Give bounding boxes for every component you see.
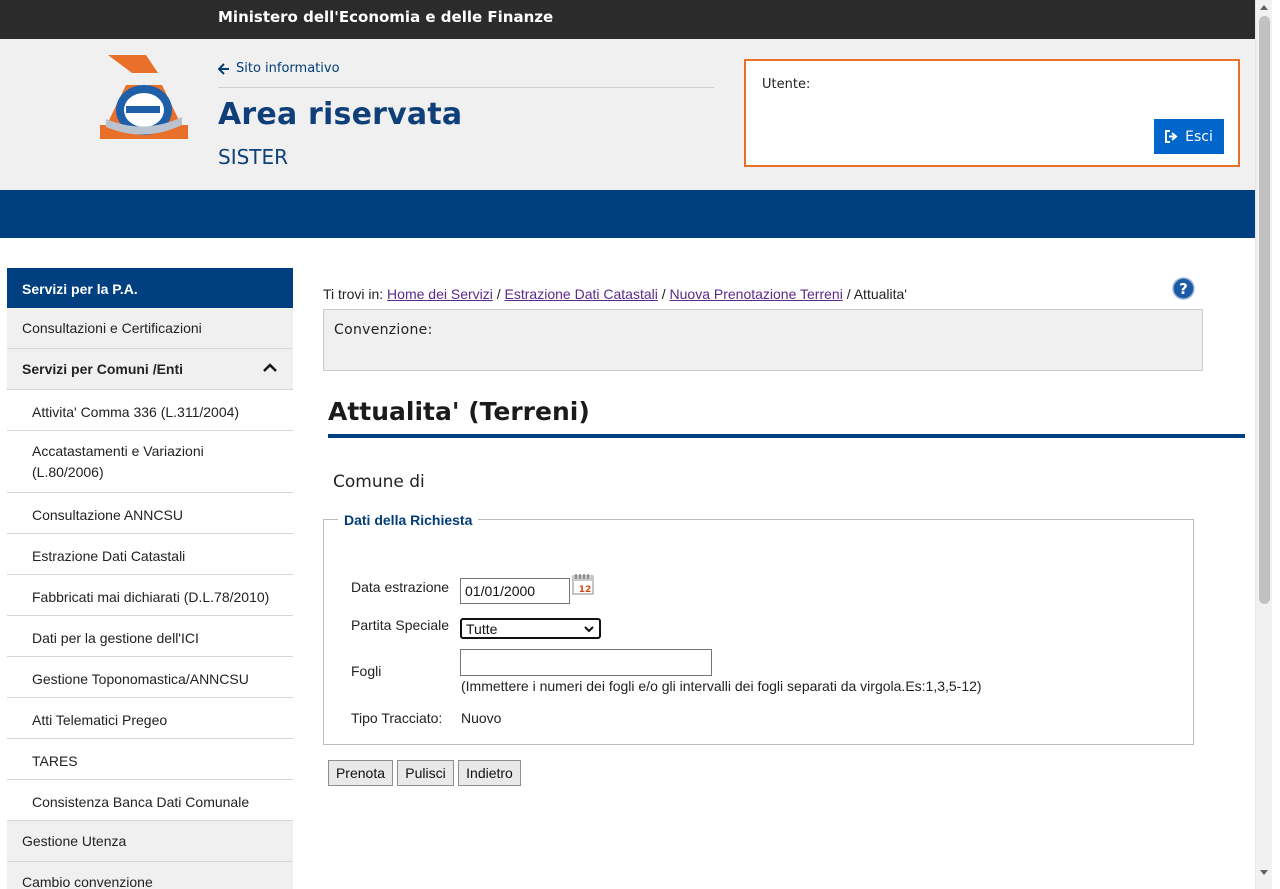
data-estrazione-label: Data estrazione	[351, 579, 450, 595]
tipo-tracciato-value: Nuovo	[461, 710, 502, 726]
ministry-title: Ministero dell'Economia e delle Finanze	[218, 8, 554, 26]
fogli-input[interactable]	[460, 649, 712, 676]
chevron-down-icon	[584, 626, 594, 633]
convenzione-label: Convenzione:	[334, 322, 433, 338]
partita-speciale-select[interactable]: Tutte	[460, 618, 601, 639]
arrow-left-icon	[218, 62, 229, 75]
scroll-up-icon[interactable]	[1260, 5, 1268, 10]
sidebar-subitem-ici[interactable]: Dati per la gestione dell'ICI	[7, 616, 293, 657]
logout-button[interactable]: Esci	[1154, 119, 1224, 154]
sidebar-item-gestione-utenza[interactable]: Gestione Utenza	[7, 821, 293, 862]
sidebar-subitem-tares[interactable]: TARES	[7, 739, 293, 780]
sidebar-subitem-consistenza[interactable]: Consistenza Banca Dati Comunale	[7, 780, 293, 821]
sign-out-icon	[1165, 130, 1178, 143]
sidebar-subitem-accatastamenti[interactable]: Accatastamenti e Variazioni (L.80/2006)	[7, 431, 293, 493]
fogli-hint: (Immettere i numeri dei fogli e/o gli in…	[461, 678, 982, 694]
breadcrumb-separator: /	[496, 286, 501, 302]
svg-text:12: 12	[579, 585, 592, 595]
sidebar-subitem-fabbricati[interactable]: Fabbricati mai dichiarati (D.L.78/2010)	[7, 575, 293, 616]
sidebar-subitem-estrazione[interactable]: Estrazione Dati Catastali	[7, 534, 293, 575]
sidebar-subitem-anncsu[interactable]: Consultazione ANNCSU	[7, 493, 293, 534]
sidebar-subitem-comma-336[interactable]: Attivita' Comma 336 (L.311/2004)	[7, 390, 293, 431]
breadcrumb-link-prenotazione[interactable]: Nuova Prenotazione Terreni	[670, 286, 843, 302]
vertical-scrollbar[interactable]	[1255, 0, 1272, 889]
top-bar: Ministero dell'Economia e delle Finanze	[0, 0, 1255, 39]
comune-label: Comune di	[333, 472, 425, 492]
user-box: Utente: Esci	[744, 59, 1240, 167]
breadcrumb: Ti trovi in: Home dei Servizi / Estrazio…	[323, 286, 907, 302]
indietro-button[interactable]: Indietro	[458, 760, 521, 786]
breadcrumb-separator: /	[661, 286, 666, 302]
sidebar-item-label: Servizi per Comuni /Enti	[22, 361, 184, 377]
sidebar-item-cambio-convenzione[interactable]: Cambio convenzione	[7, 862, 293, 889]
partita-speciale-value: Tutte	[466, 621, 498, 637]
sidebar-heading[interactable]: Servizi per la P.A.	[7, 268, 293, 308]
logout-label: Esci	[1185, 128, 1213, 145]
header: Sito informativo Area riservata SISTER U…	[0, 39, 1255, 190]
chevron-up-icon[interactable]	[263, 363, 277, 373]
question-icon[interactable]: ?	[1172, 277, 1195, 300]
svg-text:?: ?	[1179, 280, 1188, 298]
user-label: Utente:	[762, 77, 811, 92]
area-subtitle: SISTER	[218, 145, 289, 169]
area-title: Area riservata	[218, 97, 463, 132]
pulisci-button[interactable]: Pulisci	[397, 760, 454, 786]
sidebar-subitem-toponomastica[interactable]: Gestione Toponomastica/ANNCSU	[7, 657, 293, 698]
scroll-thumb[interactable]	[1259, 16, 1270, 604]
agenzia-entrate-logo	[100, 55, 188, 139]
scroll-down-icon[interactable]	[1260, 870, 1268, 875]
breadcrumb-link-estrazione[interactable]: Estrazione Dati Catastali	[505, 286, 658, 302]
header-divider	[218, 87, 714, 88]
sidebar-item-servizi-comuni[interactable]: Servizi per Comuni /Enti	[7, 349, 293, 390]
sidebar: Servizi per la P.A. Consultazioni e Cert…	[7, 268, 293, 889]
request-fieldset: Dati della Richiesta Data estrazione 12 …	[323, 512, 1194, 745]
back-to-site-link[interactable]: Sito informativo	[218, 61, 340, 76]
back-link-label: Sito informativo	[236, 61, 340, 76]
fieldset-legend: Dati della Richiesta	[338, 512, 479, 528]
breadcrumb-prefix: Ti trovi in:	[323, 286, 384, 302]
fogli-label: Fogli	[351, 663, 382, 679]
tipo-tracciato-label: Tipo Tracciato:	[351, 710, 443, 726]
nav-band	[0, 190, 1255, 238]
prenota-button[interactable]: Prenota	[328, 760, 393, 786]
sidebar-item-consultazioni[interactable]: Consultazioni e Certificazioni	[7, 308, 293, 349]
breadcrumb-separator: /	[846, 286, 851, 302]
title-underline	[328, 434, 1245, 438]
partita-speciale-label: Partita Speciale	[351, 617, 450, 633]
breadcrumb-link-home[interactable]: Home dei Servizi	[387, 286, 493, 302]
sidebar-subitem-pregeo[interactable]: Atti Telematici Pregeo	[7, 698, 293, 739]
breadcrumb-current: Attualita'	[853, 286, 907, 302]
calendar-icon[interactable]: 12	[572, 573, 594, 595]
data-estrazione-input[interactable]	[460, 578, 570, 604]
page-title: Attualita' (Terreni)	[328, 397, 590, 426]
convenzione-box: Convenzione:	[323, 309, 1203, 371]
